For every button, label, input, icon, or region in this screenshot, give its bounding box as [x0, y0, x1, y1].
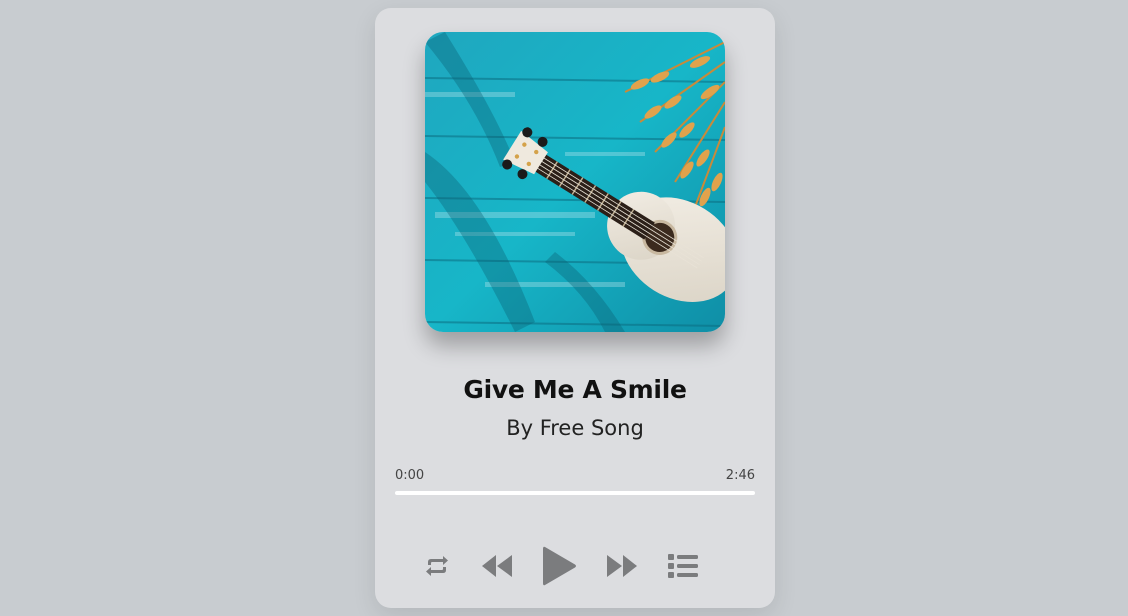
fast-forward-icon	[607, 555, 637, 577]
previous-button[interactable]	[479, 550, 515, 582]
progress-bar[interactable]	[395, 491, 755, 495]
playlist-button[interactable]	[665, 550, 701, 582]
music-player-card: Give Me A Smile By Free Song 0:00 2:46	[375, 8, 775, 608]
playlist-icon	[668, 554, 698, 578]
duration-time: 2:46	[725, 468, 755, 483]
repeat-button[interactable]	[423, 552, 451, 580]
album-cover-image	[425, 32, 725, 332]
next-button[interactable]	[604, 550, 640, 582]
track-artist: By Free Song	[506, 416, 644, 440]
playback-controls	[375, 538, 775, 594]
current-time: 0:00	[395, 468, 425, 483]
repeat-icon	[426, 556, 448, 576]
play-button[interactable]	[537, 542, 581, 590]
play-icon	[543, 546, 576, 586]
rewind-icon	[482, 555, 512, 577]
track-title: Give Me A Smile	[463, 375, 687, 404]
